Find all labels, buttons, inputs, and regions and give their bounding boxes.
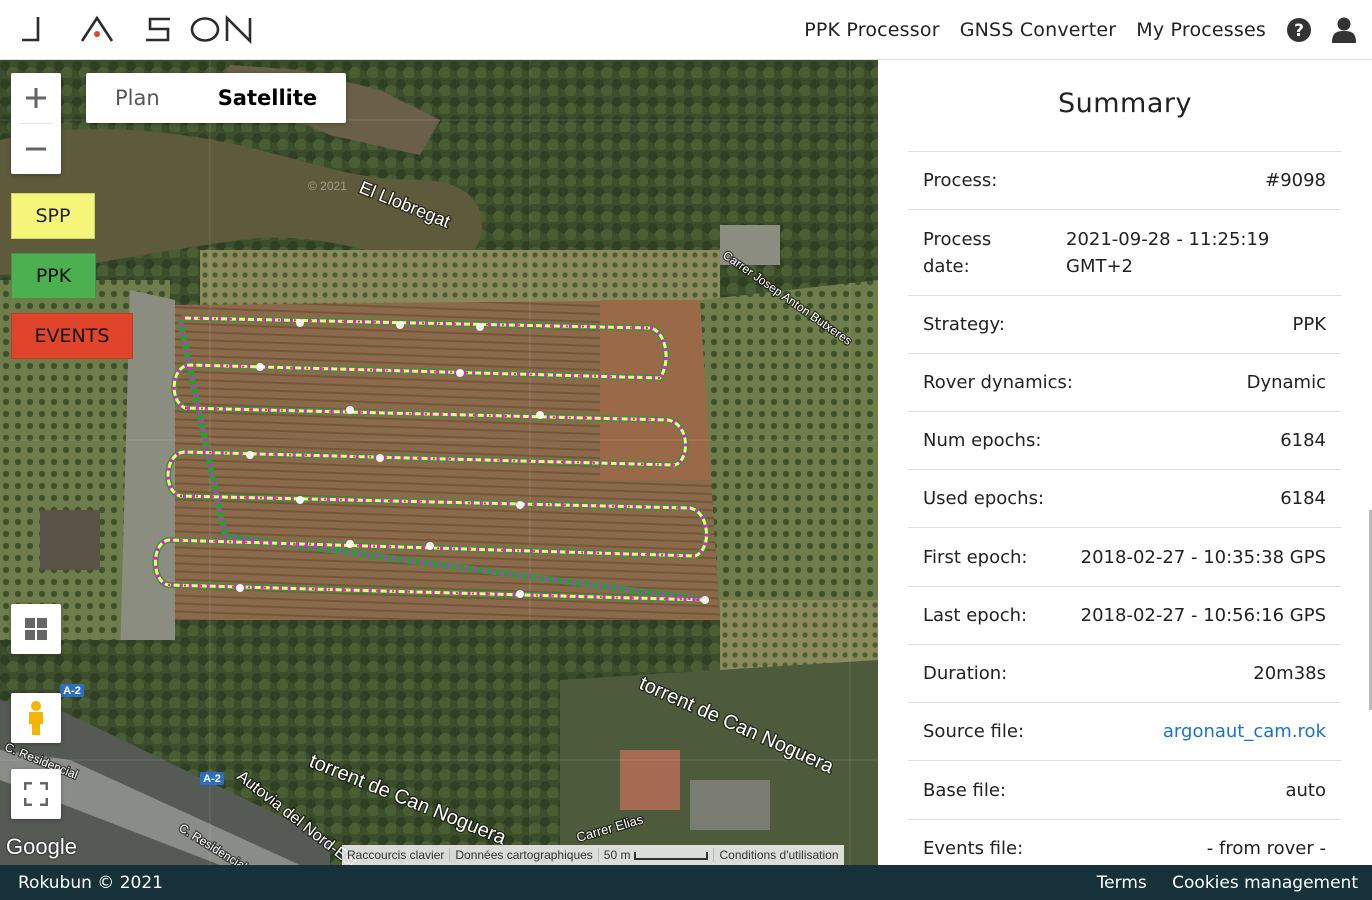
- plus-icon: [26, 88, 46, 108]
- summary-row-duration: Duration: 20m38s: [908, 644, 1341, 702]
- zoom-out-button[interactable]: [11, 124, 61, 174]
- summary-row-process-date: Process date: 2021-09-28 - 11:25:19 GMT+…: [908, 209, 1341, 295]
- summary-row-strategy: Strategy: PPK: [908, 295, 1341, 353]
- summary-row-num-epochs: Num epochs: 6184: [908, 411, 1341, 469]
- fullscreen-icon: [24, 782, 48, 806]
- footer-links: Terms Cookies management: [1077, 873, 1358, 893]
- cookies-management-link[interactable]: Cookies management: [1172, 873, 1358, 893]
- footer: Rokubun © 2021 Terms Cookies management: [0, 865, 1372, 900]
- map-data-link[interactable]: Données cartographiques: [450, 848, 599, 862]
- zoom-control: [11, 73, 61, 174]
- a2-shield-1: A-2: [63, 685, 81, 697]
- source-file-link[interactable]: argonaut_cam.rok: [1163, 721, 1326, 742]
- keyboard-shortcuts-link[interactable]: Raccourcis clavier: [342, 848, 451, 862]
- terms-link[interactable]: Terms: [1097, 873, 1147, 893]
- summary-panel: Summary Process: #9098 Process date: 202…: [878, 60, 1372, 865]
- scale-bar-line: [634, 851, 709, 860]
- google-logo: Google: [6, 834, 77, 859]
- summary-row-base-file: Base file: auto: [908, 760, 1341, 819]
- top-nav: PPK Processor GNSS Converter My Processe…: [784, 0, 1356, 60]
- summary-row-process: Process: #9098: [908, 151, 1341, 209]
- spp-toggle-button[interactable]: SPP: [11, 193, 95, 239]
- summary-title: Summary: [1058, 88, 1192, 119]
- map-type-plan[interactable]: Plan: [86, 73, 189, 123]
- grid-icon: [25, 618, 47, 640]
- map-type-satellite[interactable]: Satellite: [189, 73, 346, 123]
- nav-gnss-converter[interactable]: GNSS Converter: [960, 19, 1117, 41]
- layers-grid-button[interactable]: [11, 604, 61, 654]
- terms-of-use-link[interactable]: Conditions d'utilisation: [714, 848, 843, 862]
- fullscreen-button[interactable]: [11, 769, 61, 819]
- satellite-map[interactable]: El Llobregat Carrer Josep Anton Butxeres…: [0, 60, 878, 865]
- map-copyright: © 2021: [308, 179, 347, 193]
- summary-table: Process: #9098 Process date: 2021-09-28 …: [908, 151, 1341, 865]
- summary-row-events-file: Events file: - from rover -: [908, 819, 1341, 865]
- ppk-toggle-button[interactable]: PPK: [11, 253, 96, 299]
- question-circle-icon[interactable]: ?: [1286, 17, 1312, 43]
- nav-my-processes[interactable]: My Processes: [1136, 19, 1266, 41]
- a2-shield-2: A-2: [203, 773, 221, 785]
- footer-copyright: Rokubun © 2021: [18, 872, 163, 893]
- summary-row-source-file: Source file: argonaut_cam.rok: [908, 702, 1341, 760]
- summary-row-rover-dynamics: Rover dynamics: Dynamic: [908, 353, 1341, 411]
- summary-row-last-epoch: Last epoch: 2018-02-27 - 10:56:16 GPS: [908, 586, 1341, 644]
- pegman-icon: [29, 701, 43, 735]
- svg-text:?: ?: [1294, 21, 1304, 41]
- street-view-pegman[interactable]: [11, 693, 61, 743]
- map-attribution: Raccourcis clavier Données cartographiqu…: [342, 845, 844, 865]
- user-icon[interactable]: [1332, 17, 1356, 43]
- header: PPK Processor GNSS Converter My Processe…: [0, 0, 1372, 60]
- events-toggle-button[interactable]: EVENTS: [11, 313, 133, 359]
- jason-logo[interactable]: [20, 14, 252, 45]
- minus-icon: [26, 147, 46, 151]
- scale-bar[interactable]: 50 m: [599, 848, 715, 862]
- summary-row-used-epochs: Used epochs: 6184: [908, 469, 1341, 527]
- satellite-imagery: El Llobregat Carrer Josep Anton Butxeres…: [0, 60, 878, 865]
- nav-ppk-processor[interactable]: PPK Processor: [804, 19, 940, 41]
- map-type-control: Plan Satellite: [86, 73, 347, 123]
- zoom-in-button[interactable]: [11, 73, 61, 123]
- summary-row-first-epoch: First epoch: 2018-02-27 - 10:35:38 GPS: [908, 527, 1341, 586]
